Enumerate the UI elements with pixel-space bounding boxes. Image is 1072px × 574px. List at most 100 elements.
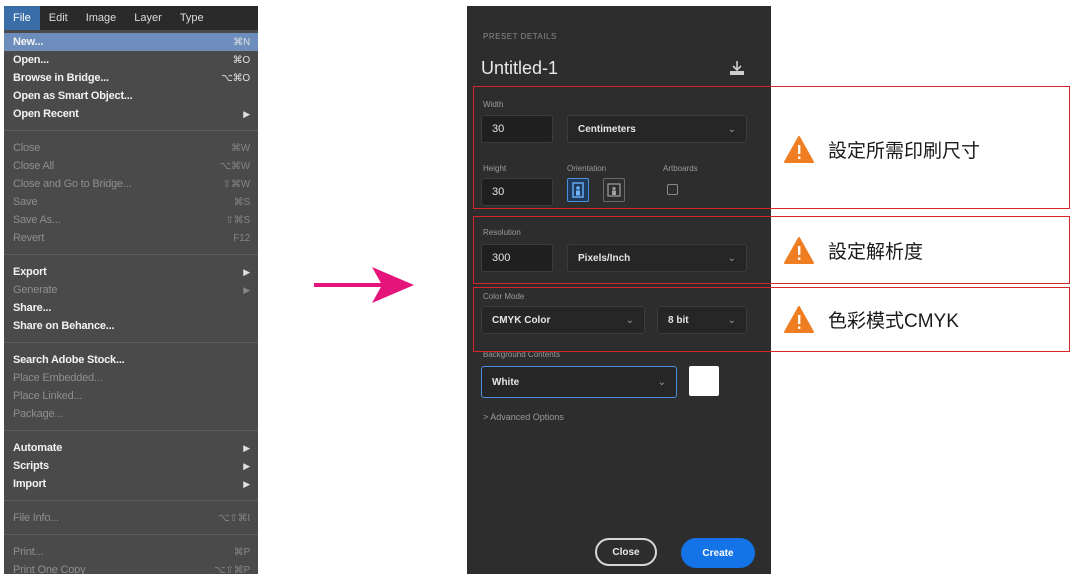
menu-item-export[interactable]: Export ▶: [4, 263, 258, 281]
menu-item-browse-in-bridge[interactable]: Browse in Bridge... ⌥⌘O: [4, 69, 258, 87]
submenu-arrow-icon: ▶: [243, 478, 250, 489]
menu-item-label: Print...: [13, 546, 44, 558]
color-mode-callout: 色彩模式CMYK: [784, 305, 959, 333]
menu-item-shortcut: ⇧⌘W: [222, 178, 250, 190]
menu-item-open[interactable]: Open... ⌘O: [4, 51, 258, 69]
size-callout-text: 設定所需印刷尺寸: [828, 140, 981, 162]
portrait-icon: [572, 182, 584, 198]
menu-item-close-and-go-to-bridge: Close and Go to Bridge... ⇧⌘W: [4, 175, 258, 193]
menu-separator: [4, 130, 258, 131]
menu-item-new[interactable]: New... ⌘N: [4, 33, 258, 51]
menu-bar: File Edit Image Layer Type: [4, 6, 258, 30]
menu-item-shortcut: ⇧⌘S: [225, 214, 251, 226]
warning-icon: [784, 237, 814, 264]
menu-item-package: Package...: [4, 405, 258, 423]
background-contents-value: White: [492, 376, 520, 388]
submenu-arrow-icon: ▶: [243, 442, 250, 453]
resolution-input[interactable]: 300: [481, 244, 553, 272]
landscape-icon: [607, 183, 621, 197]
menu-item-label: Search Adobe Stock...: [13, 354, 125, 366]
menu-item-label: Open as Smart Object...: [13, 90, 133, 102]
file-menu: File Edit Image Layer Type New... ⌘N Open.…: [4, 6, 258, 574]
menu-item-revert: Revert F12: [4, 229, 258, 247]
submenu-arrow-icon: ▶: [243, 284, 250, 295]
menu-separator: [4, 500, 258, 501]
menu-item-automate[interactable]: Automate ▶: [4, 439, 258, 457]
menu-item-shortcut: ⌘N: [233, 36, 250, 48]
menu-item-label: New...: [13, 36, 44, 48]
menu-separator: [4, 342, 258, 343]
color-mode-value: CMYK Color: [492, 314, 551, 326]
artboards-checkbox[interactable]: [667, 184, 678, 195]
menu-item-label: Save As...: [13, 214, 61, 226]
menu-item-share-on-behance[interactable]: Share on Behance...: [4, 317, 258, 335]
file-menu-list: New... ⌘N Open... ⌘O Browse in Bridge... ⌥⌘O O…: [4, 30, 258, 574]
menu-separator: [4, 534, 258, 535]
orientation-label: Orientation: [567, 164, 607, 173]
menu-item-share[interactable]: Share...: [4, 299, 258, 317]
menu-item-print: Print... ⌘P: [4, 543, 258, 561]
menu-item-label: Open...: [13, 54, 49, 66]
width-input[interactable]: 30: [481, 115, 553, 143]
menu-item-shortcut: ⌘P: [233, 546, 250, 558]
menu-item-label: Package...: [13, 408, 63, 420]
menu-item-label: Generate: [13, 284, 58, 296]
menu-item-label: Print One Copy: [13, 564, 86, 574]
menu-separator: [4, 430, 258, 431]
menu-item-print-one-copy: Print One Copy ⌥⇧⌘P: [4, 561, 258, 574]
menu-item-label: Share on Behance...: [13, 320, 115, 332]
submenu-arrow-icon: ▶: [243, 460, 250, 471]
menu-separator: [4, 254, 258, 255]
background-color-swatch[interactable]: [689, 366, 719, 396]
menu-item-label: Scripts: [13, 460, 49, 472]
menu-item-search-adobe-stock[interactable]: Search Adobe Stock...: [4, 351, 258, 369]
menubar-layer[interactable]: Layer: [125, 6, 171, 30]
menu-item-close-all: Close All ⌥⌘W: [4, 157, 258, 175]
menu-item-file-info: File Info... ⌥⇧⌘I: [4, 509, 258, 527]
chevron-down-icon: ⌄: [727, 123, 736, 135]
background-contents-select[interactable]: White ⌄: [481, 366, 677, 398]
new-document-dialog: PRESET DETAILS Untitled-1 Width 30 Centi…: [467, 6, 771, 574]
menu-item-shortcut: ⌥⌘W: [219, 160, 251, 172]
chevron-down-icon: ⌄: [727, 314, 736, 326]
document-title[interactable]: Untitled-1: [481, 58, 558, 79]
create-button[interactable]: Create: [681, 538, 755, 568]
menu-item-shortcut: ⌥⌘O: [221, 72, 250, 84]
menu-item-label: Close and Go to Bridge...: [13, 178, 132, 190]
background-contents-label: Background Contents: [483, 350, 560, 359]
resolution-callout-text: 設定解析度: [828, 241, 924, 263]
menubar-type[interactable]: Type: [171, 6, 213, 30]
menu-item-place-linked: Place Linked...: [4, 387, 258, 405]
save-preset-icon[interactable]: [727, 58, 747, 78]
portrait-orientation-button[interactable]: [567, 178, 589, 202]
menu-item-shortcut: ⌘O: [232, 54, 251, 66]
menu-item-shortcut: ⌥⇧⌘P: [214, 564, 250, 574]
menu-item-shortcut: ⌘W: [230, 142, 250, 154]
width-label: Width: [483, 100, 504, 109]
color-mode-select[interactable]: CMYK Color ⌄: [481, 306, 645, 334]
menu-item-open-recent[interactable]: Open Recent ▶: [4, 105, 258, 123]
color-mode-callout-text: 色彩模式CMYK: [828, 310, 959, 332]
menu-item-close: Close ⌘W: [4, 139, 258, 157]
menu-item-import[interactable]: Import ▶: [4, 475, 258, 493]
menu-item-scripts[interactable]: Scripts ▶: [4, 457, 258, 475]
advanced-options-toggle[interactable]: > Advanced Options: [483, 412, 564, 422]
menu-item-label: File Info...: [13, 512, 59, 524]
unit-select[interactable]: Centimeters ⌄: [567, 115, 747, 143]
landscape-orientation-button[interactable]: [603, 178, 625, 202]
artboards-label: Artboards: [663, 164, 698, 173]
menu-item-label: Import: [13, 478, 47, 490]
menubar-edit[interactable]: Edit: [40, 6, 77, 30]
menu-item-open-as-smart-object[interactable]: Open as Smart Object...: [4, 87, 258, 105]
height-input[interactable]: 30: [481, 178, 553, 206]
submenu-arrow-icon: ▶: [243, 266, 250, 277]
menubar-image[interactable]: Image: [77, 6, 126, 30]
close-button[interactable]: Close: [595, 538, 657, 566]
menu-item-label: Place Linked...: [13, 390, 83, 402]
chevron-down-icon: ⌄: [727, 252, 736, 264]
menu-item-shortcut: ⌘S: [233, 196, 250, 208]
resolution-unit-select[interactable]: Pixels/Inch ⌄: [567, 244, 747, 272]
bit-depth-select[interactable]: 8 bit ⌄: [657, 306, 747, 334]
menubar-file[interactable]: File: [4, 6, 40, 30]
menu-item-label: Close All: [13, 160, 54, 172]
